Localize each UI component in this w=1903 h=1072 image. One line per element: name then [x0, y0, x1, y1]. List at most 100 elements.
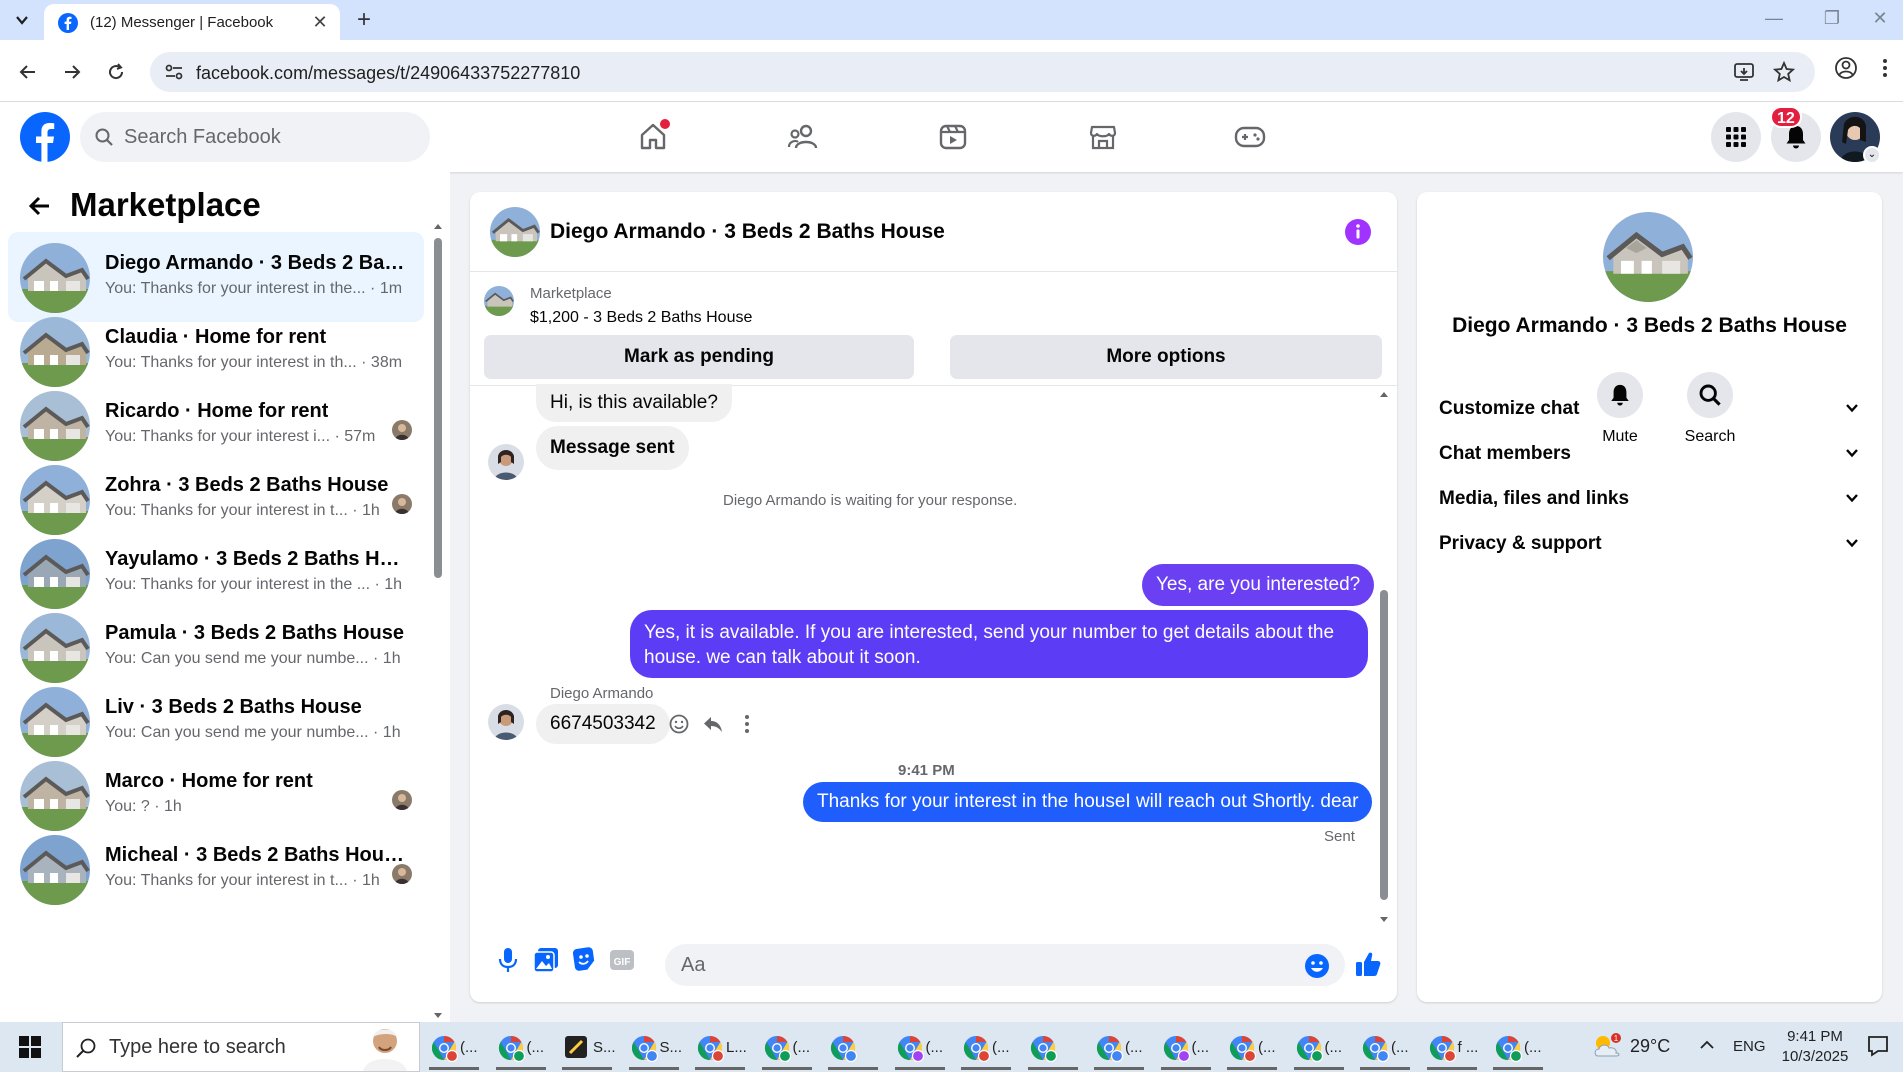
message-input[interactable]	[665, 944, 1345, 986]
back-arrow-icon[interactable]	[24, 190, 56, 222]
taskbar-app-button[interactable]: (...	[1090, 1026, 1148, 1070]
bookmark-star-icon[interactable]	[1773, 61, 1795, 83]
taskbar-search-box[interactable]: Type here to search	[62, 1022, 420, 1072]
browser-profile-icon[interactable]	[1834, 56, 1858, 80]
taskbar-app-button[interactable]: S...	[625, 1026, 683, 1070]
weather-temperature[interactable]: 29°C	[1630, 1036, 1670, 1057]
taskbar-app-button[interactable]	[1024, 1026, 1082, 1070]
scrollbar-thumb[interactable]	[434, 238, 442, 578]
react-emoji-icon[interactable]	[668, 713, 690, 735]
minimize-icon[interactable]: —	[1754, 4, 1794, 32]
taskbar-app-button[interactable]: (...	[957, 1026, 1015, 1070]
taskbar-app-button[interactable]: (...	[758, 1026, 816, 1070]
info-section-privacy-support[interactable]: Privacy & support	[1425, 519, 1874, 569]
tray-chevron-up-icon[interactable]	[1698, 1036, 1716, 1054]
outgoing-message[interactable]: Thanks for your interest in the houseI w…	[803, 782, 1373, 822]
facebook-logo-icon[interactable]	[20, 112, 70, 162]
more-options-button[interactable]: More options	[950, 335, 1382, 379]
house-thumbnail	[490, 207, 540, 257]
listing-description[interactable]: $1,200 - 3 Beds 2 Baths House	[530, 309, 752, 327]
mark-as-pending-button[interactable]: Mark as pending	[484, 335, 914, 379]
account-chevron-down-icon[interactable]: ⌄	[1863, 146, 1881, 164]
message-line: house. we can talk about it soon.	[644, 647, 921, 668]
address-bar[interactable]: facebook.com/messages/t/2490643375227781…	[150, 52, 1815, 92]
listing-thumbnail[interactable]	[484, 286, 514, 316]
restore-icon[interactable]: ❐	[1812, 4, 1852, 32]
conversation-preview: You: Thanks for your interest in t... · …	[105, 502, 380, 519]
info-section-customize-chat[interactable]: Customize chat	[1425, 384, 1874, 434]
emoji-picker-icon[interactable]	[1304, 953, 1330, 979]
tab-search-chevron-icon[interactable]	[8, 6, 36, 34]
chat-avatar[interactable]	[490, 207, 540, 257]
taskbar-app-button[interactable]: S...	[558, 1026, 616, 1070]
forward-arrow-icon[interactable]	[56, 56, 88, 88]
window-close-icon[interactable]: ✕	[1860, 4, 1900, 32]
tab-close-icon[interactable]: ✕	[310, 12, 330, 32]
reload-icon[interactable]	[100, 56, 132, 88]
nav-gaming[interactable]	[1195, 110, 1305, 164]
taskbar-app-button[interactable]: (...	[492, 1026, 550, 1070]
running-indicator	[1227, 1067, 1277, 1070]
panel-title: Marketplace	[70, 186, 261, 223]
site-settings-icon[interactable]	[164, 63, 184, 81]
chat-scrollbar[interactable]	[1378, 392, 1390, 926]
info-section-media-files-and-links[interactable]: Media, files and links	[1425, 474, 1874, 524]
nav-video[interactable]	[898, 110, 1008, 164]
contact-avatar[interactable]	[1603, 212, 1693, 302]
incoming-message[interactable]: 6674503342	[536, 704, 670, 744]
taskbar-app-button[interactable]: (...	[1489, 1026, 1547, 1070]
conversation-item[interactable]: Micheal · 3 Beds 2 Baths House You: Thank…	[8, 824, 424, 914]
facebook-search-input[interactable]	[124, 123, 404, 151]
chrome-profile-icon	[496, 1033, 526, 1063]
facebook-search-box[interactable]	[80, 112, 430, 162]
chat-panel: Diego Armando · 3 Beds 2 Baths House Mar…	[470, 192, 1397, 1002]
system-clock[interactable]: 9:41 PM 10/3/2025	[1780, 1027, 1850, 1067]
sender-avatar[interactable]	[488, 704, 524, 740]
conversation-list-scrollbar[interactable]	[432, 224, 444, 1018]
search-icon	[94, 127, 114, 147]
photo-attach-icon[interactable]	[532, 946, 560, 974]
nav-friends[interactable]	[748, 110, 858, 164]
conversation-info-icon[interactable]	[1344, 218, 1372, 246]
reply-icon[interactable]	[702, 713, 724, 735]
microphone-icon[interactable]	[496, 946, 520, 974]
menu-grid-button[interactable]	[1711, 112, 1761, 162]
outgoing-message[interactable]: Yes, it is available. If you are interes…	[630, 610, 1368, 678]
notification-center-icon[interactable]	[1866, 1034, 1890, 1058]
house-thumbnail	[1603, 212, 1693, 302]
outgoing-message[interactable]: Yes, are you interested?	[1142, 564, 1375, 606]
marketplace-conversation-panel: Marketplace Diego Armando · 3 Beds 2 Bat…	[0, 172, 450, 1022]
taskbar-app-button[interactable]: L...	[691, 1026, 749, 1070]
browser-toolbar: facebook.com/messages/t/2490643375227781…	[0, 40, 1903, 102]
more-actions-icon[interactable]	[736, 713, 758, 735]
sticker-icon[interactable]	[570, 946, 598, 974]
running-indicator	[1027, 1067, 1078, 1070]
install-app-icon[interactable]	[1733, 61, 1755, 83]
taskbar-app-button[interactable]: (...	[1290, 1026, 1348, 1070]
taskbar-app-button[interactable]: (...	[425, 1026, 483, 1070]
incoming-message[interactable]: Hi, is this available?	[536, 384, 732, 422]
nav-marketplace[interactable]	[1048, 110, 1158, 164]
windows-start-icon[interactable]	[0, 1022, 60, 1072]
taskbar-app-button[interactable]: (...	[1157, 1026, 1215, 1070]
weather-icon[interactable]: 1	[1590, 1032, 1624, 1060]
gif-icon[interactable]: GIF	[608, 946, 636, 974]
back-arrow-icon[interactable]	[12, 56, 44, 88]
taskbar-app-button[interactable]	[824, 1026, 882, 1070]
incoming-message[interactable]: Message sent	[536, 426, 689, 470]
browser-menu-icon[interactable]	[1880, 56, 1890, 80]
house-thumbnail	[20, 687, 90, 757]
nav-home[interactable]	[598, 110, 708, 164]
taskbar-app-button[interactable]: (...	[1356, 1026, 1414, 1070]
browser-tab-active[interactable]: (12) Messenger | Facebook ✕	[44, 4, 340, 40]
conversation-avatar	[20, 761, 90, 831]
input-language[interactable]: ENG	[1733, 1038, 1766, 1055]
sender-avatar[interactable]	[488, 444, 524, 480]
taskbar-app-button[interactable]: (...	[891, 1026, 949, 1070]
taskbar-app-button[interactable]: (...	[1223, 1026, 1281, 1070]
new-tab-icon[interactable]: +	[350, 6, 378, 34]
scrollbar-thumb[interactable]	[1380, 590, 1388, 900]
thumbs-up-icon[interactable]	[1354, 950, 1382, 978]
taskbar-app-button[interactable]: f ...	[1423, 1026, 1481, 1070]
info-section-chat-members[interactable]: Chat members	[1425, 429, 1874, 479]
